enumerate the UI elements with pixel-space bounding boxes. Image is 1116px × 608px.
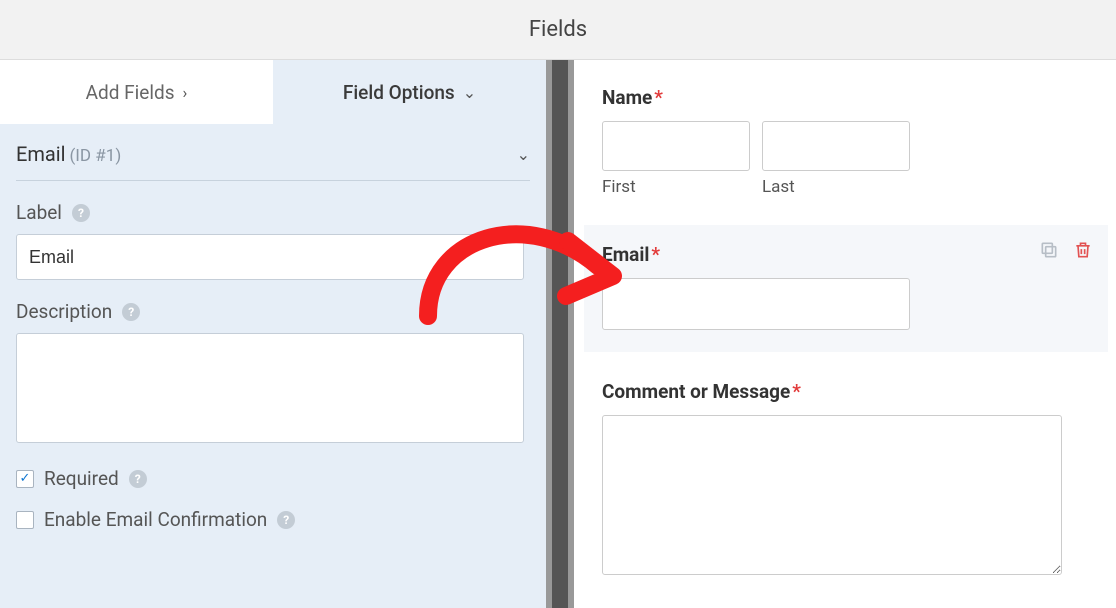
name-label-text: Name (602, 86, 652, 109)
required-mark: * (651, 243, 660, 266)
panel-id: (ID #1) (69, 146, 121, 166)
panel-title-group: Email (ID #1) (16, 142, 121, 166)
field-actions (1038, 239, 1094, 261)
required-mark: * (654, 86, 663, 109)
label-field-row: Label ? (16, 201, 530, 280)
help-icon[interactable]: ? (72, 204, 90, 222)
page-title: Fields (529, 17, 587, 42)
duplicate-icon[interactable] (1038, 239, 1060, 261)
form-preview: Name* First Last Email* (574, 60, 1116, 608)
email-input[interactable] (602, 278, 910, 330)
description-field-row: Description ? (16, 300, 530, 447)
panel-title: Email (16, 142, 66, 166)
required-checkbox[interactable]: ✓ (16, 470, 34, 488)
first-name-col: First (602, 121, 750, 197)
email-label-text: Email (602, 243, 649, 266)
comment-field-label: Comment or Message* (602, 380, 1098, 403)
comment-textarea[interactable] (602, 415, 1062, 575)
first-name-input[interactable] (602, 121, 750, 171)
description-text: Description (16, 300, 112, 323)
chevron-down-icon: ⌄ (463, 83, 476, 102)
page-header: Fields (0, 0, 1116, 60)
label-input[interactable] (16, 234, 524, 280)
label-field-label: Label ? (16, 201, 530, 224)
required-mark: * (792, 380, 801, 403)
help-icon[interactable]: ? (277, 511, 295, 529)
email-confirmation-checkbox[interactable] (16, 511, 34, 529)
field-options-panel: Email (ID #1) ⌄ Label ? Description ? (0, 124, 546, 549)
description-field-label: Description ? (16, 300, 530, 323)
trash-icon[interactable] (1072, 239, 1094, 261)
first-sublabel: First (602, 177, 750, 197)
tab-options-label: Field Options (343, 81, 455, 104)
tab-field-options[interactable]: Field Options ⌄ (273, 60, 546, 124)
comment-label-text: Comment or Message (602, 380, 790, 403)
chevron-right-icon: › (183, 83, 188, 102)
help-icon[interactable]: ? (129, 470, 147, 488)
tab-add-label: Add Fields (86, 81, 175, 104)
required-label: Required (44, 467, 119, 490)
panel-tabs: Add Fields › Field Options ⌄ (0, 60, 546, 124)
panel-header[interactable]: Email (ID #1) ⌄ (16, 142, 530, 181)
last-name-col: Last (762, 121, 910, 197)
name-field-label: Name* (602, 86, 1098, 109)
email-confirmation-label: Enable Email Confirmation (44, 508, 267, 531)
left-panel: Add Fields › Field Options ⌄ Email (ID #… (0, 60, 546, 608)
required-row: ✓ Required ? (16, 467, 530, 490)
label-text: Label (16, 201, 62, 224)
email-field-block[interactable]: Email* (584, 225, 1108, 352)
email-field-label: Email* (602, 243, 1090, 266)
email-confirmation-row: Enable Email Confirmation ? (16, 508, 530, 531)
panel-divider[interactable] (546, 60, 574, 608)
last-sublabel: Last (762, 177, 910, 197)
help-icon[interactable]: ? (122, 303, 140, 321)
main-area: Add Fields › Field Options ⌄ Email (ID #… (0, 60, 1116, 608)
name-inputs-row: First Last (602, 121, 1098, 197)
last-name-input[interactable] (762, 121, 910, 171)
tab-add-fields[interactable]: Add Fields › (0, 60, 273, 124)
chevron-down-icon: ⌄ (517, 145, 530, 164)
description-textarea[interactable] (16, 333, 524, 443)
